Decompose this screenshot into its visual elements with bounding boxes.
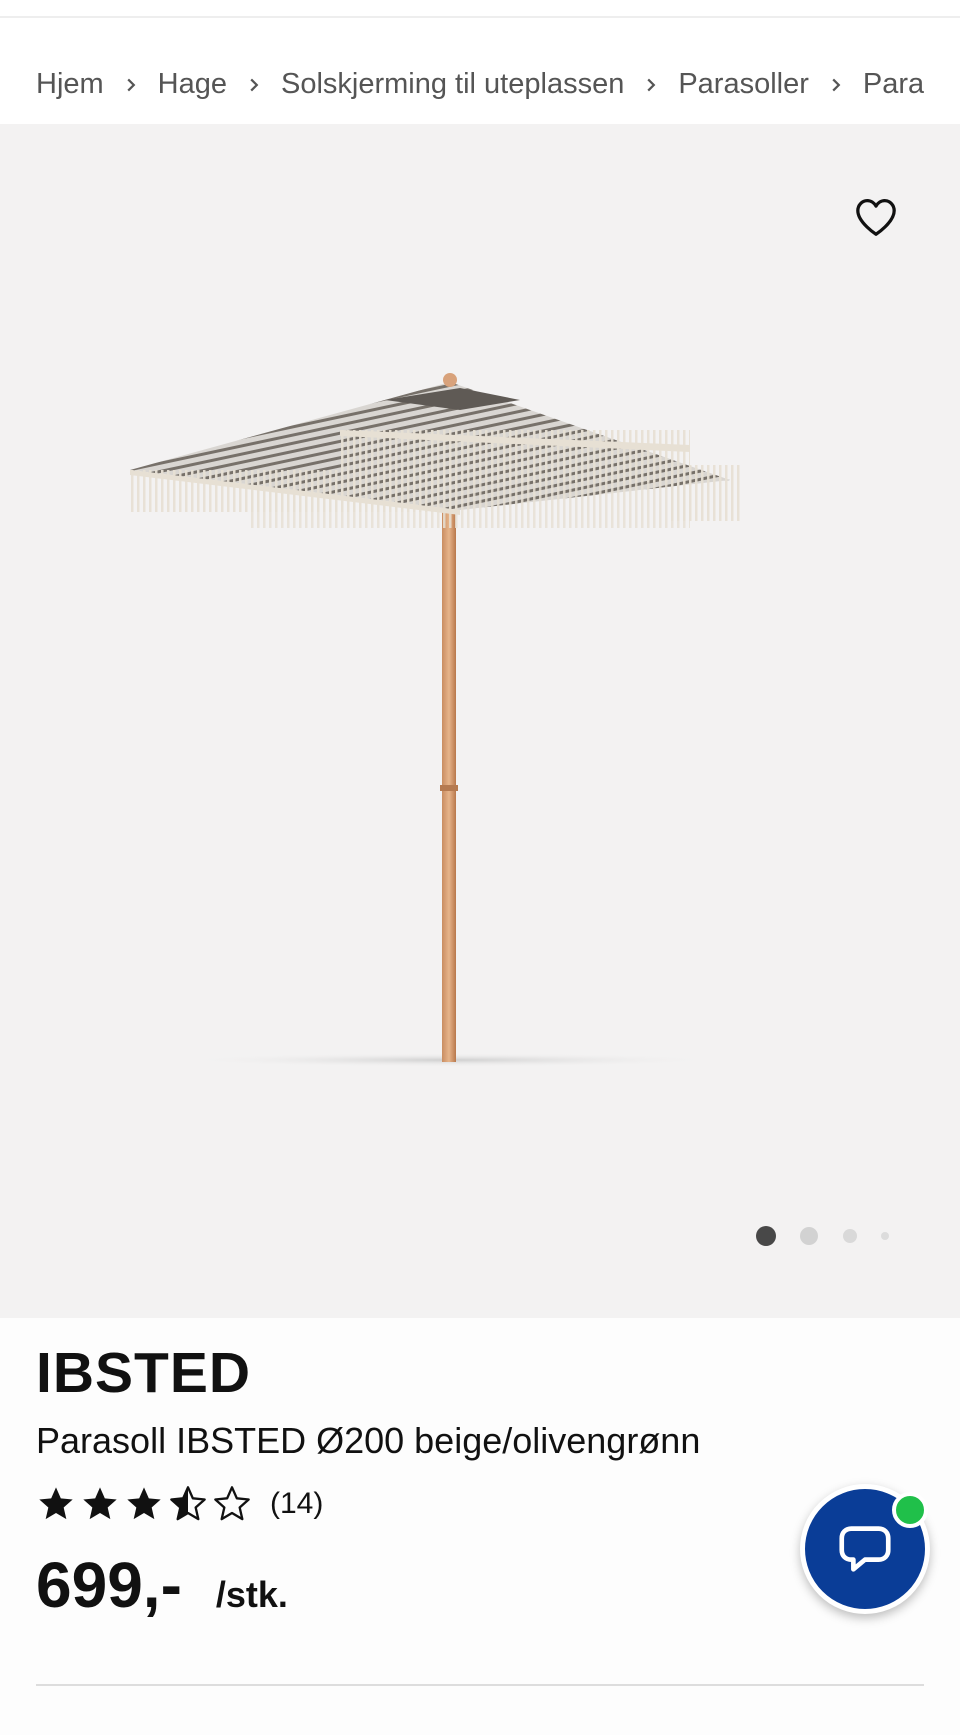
star-empty-icon bbox=[214, 1486, 250, 1521]
favorite-button[interactable] bbox=[848, 193, 904, 243]
star-filled-icon bbox=[127, 1487, 161, 1520]
chevron-right-icon bbox=[227, 68, 281, 101]
breadcrumb-list: Hjem Hage Solskjerming til uteplassen Pa… bbox=[36, 68, 924, 101]
price: 699,- /stk. bbox=[36, 1548, 288, 1622]
price-unit: /stk. bbox=[215, 1574, 288, 1615]
product-page: Hjem Hage Solskjerming til uteplassen Pa… bbox=[0, 0, 960, 1735]
carousel-indicator bbox=[0, 1224, 960, 1248]
breadcrumb-item-solskjerming[interactable]: Solskjerming til uteplassen bbox=[281, 68, 624, 101]
breadcrumb-overflow-mask bbox=[924, 18, 960, 124]
chat-bubble-icon bbox=[834, 1517, 896, 1582]
chevron-right-icon bbox=[624, 68, 678, 101]
product-brand: IBSTED bbox=[36, 1341, 252, 1405]
carousel-dot[interactable] bbox=[881, 1232, 889, 1240]
carousel-dot-active[interactable] bbox=[756, 1226, 776, 1246]
product-description: Parasoll IBSTED Ø200 beige/olivengrønn bbox=[36, 1420, 701, 1461]
breadcrumb: Hjem Hage Solskjerming til uteplassen Pa… bbox=[0, 18, 960, 124]
price-value: 699,- bbox=[36, 1549, 182, 1621]
online-status-dot bbox=[892, 1492, 928, 1528]
star-half-icon bbox=[170, 1486, 206, 1521]
carousel-dot[interactable] bbox=[843, 1229, 857, 1243]
rating[interactable]: (14) bbox=[36, 1482, 323, 1526]
chevron-right-icon bbox=[104, 68, 158, 101]
breadcrumb-item-hjem[interactable]: Hjem bbox=[36, 68, 104, 101]
carousel-dot[interactable] bbox=[800, 1227, 818, 1245]
star-filled-icon bbox=[83, 1487, 117, 1520]
section-divider bbox=[36, 1684, 924, 1686]
breadcrumb-item-para[interactable]: Para bbox=[863, 68, 924, 101]
review-count[interactable]: (14) bbox=[270, 1487, 323, 1521]
breadcrumb-item-hage[interactable]: Hage bbox=[158, 68, 227, 101]
heart-outline-icon bbox=[854, 197, 898, 240]
chevron-right-icon bbox=[809, 68, 863, 101]
star-filled-icon bbox=[39, 1487, 73, 1520]
breadcrumb-item-parasoller[interactable]: Parasoller bbox=[678, 68, 809, 101]
product-image[interactable] bbox=[130, 370, 830, 1070]
